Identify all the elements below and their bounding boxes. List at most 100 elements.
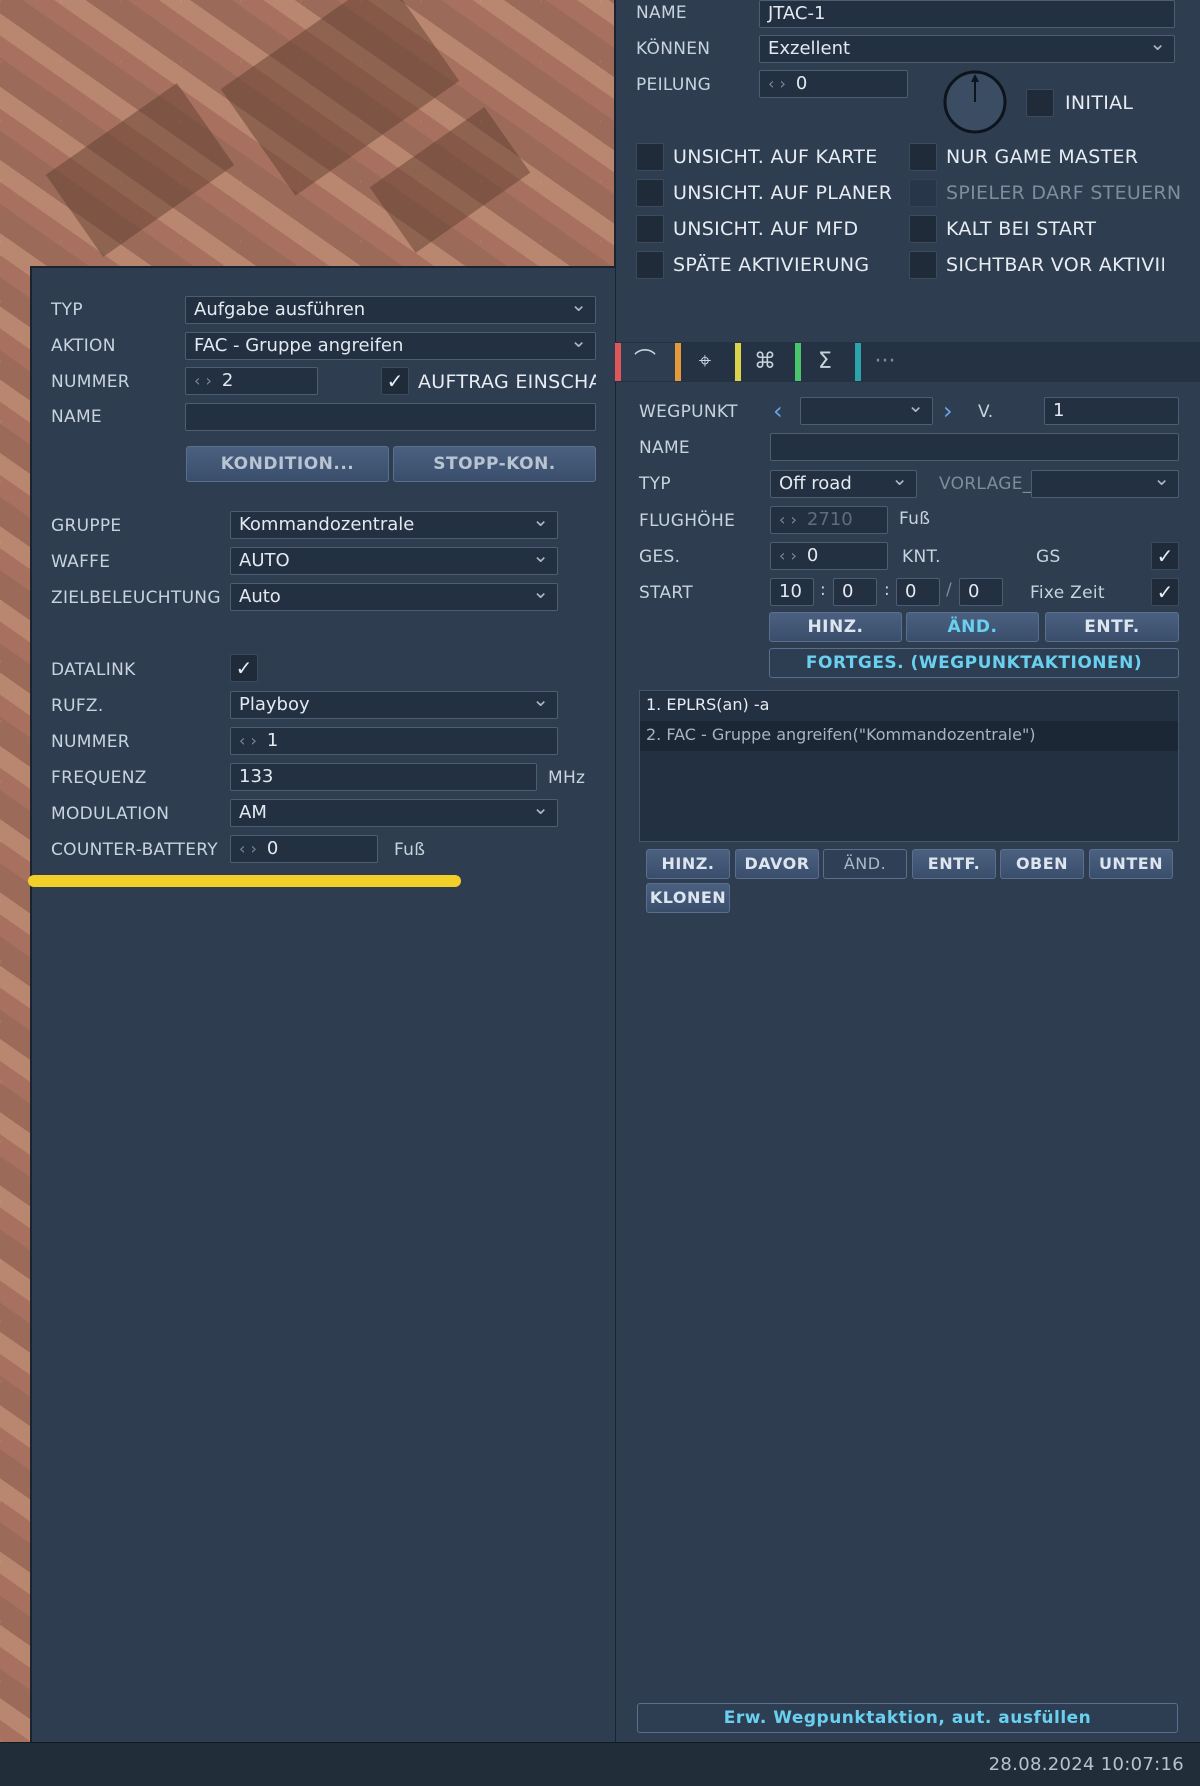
tab-more[interactable]: ··· xyxy=(855,343,915,381)
edit-action-button[interactable]: ÄND. xyxy=(823,849,907,879)
action-number-spinner[interactable]: ‹ › 2 xyxy=(185,367,318,395)
version-input[interactable]: 1 xyxy=(1044,397,1179,425)
weapon-select[interactable]: AUTO xyxy=(230,547,558,575)
time-separator: : xyxy=(884,580,891,600)
clone-action-button[interactable]: KLONEN xyxy=(646,883,730,913)
waypoint-name-input[interactable] xyxy=(770,433,1179,461)
visible-before-activation-checkbox[interactable] xyxy=(909,251,937,279)
waypoint-type-select[interactable]: Off road xyxy=(770,470,917,498)
waypoint-type-label: TYP xyxy=(639,474,671,494)
speed-value: 0 xyxy=(806,545,819,566)
action-type-select[interactable]: Aufgabe ausführen xyxy=(185,296,596,324)
edit-waypoint-button[interactable]: ÄND. xyxy=(906,612,1039,642)
datalink-label: DATALINK xyxy=(51,660,136,680)
day-separator: / xyxy=(946,580,953,600)
modulation-value: AM xyxy=(239,802,267,823)
stop-condition-button[interactable]: STOPP-KON. xyxy=(393,446,596,482)
gs-checkbox[interactable]: ✓ xyxy=(1151,542,1179,570)
spinner-arrows-icon[interactable]: ‹ › xyxy=(768,74,786,93)
enable-task-label: AUFTRAG EINSCHAL xyxy=(418,371,596,393)
more-icon: ··· xyxy=(874,349,896,374)
insert-action-button[interactable]: DAVOR xyxy=(735,849,819,879)
callsign-number-spinner[interactable]: ‹ › 1 xyxy=(230,727,558,755)
designation-select[interactable]: Auto xyxy=(230,583,558,611)
add-action-button[interactable]: HINZ. xyxy=(646,849,730,879)
action-name-input[interactable] xyxy=(185,403,596,431)
move-up-button[interactable]: OBEN xyxy=(1000,849,1084,879)
frequency-input[interactable]: 133 xyxy=(230,763,537,791)
callsign-select[interactable]: Playboy xyxy=(230,691,558,719)
list-item[interactable]: 1. EPLRS(an) -a xyxy=(640,691,1178,721)
skill-select[interactable]: Exzellent xyxy=(759,35,1175,63)
late-activation-checkbox[interactable] xyxy=(636,251,664,279)
unit-name-input[interactable]: JTAC-1 xyxy=(759,0,1175,28)
frequency-unit: MHz xyxy=(548,768,586,788)
start-label: START xyxy=(639,583,693,603)
route-icon: ⌒ xyxy=(633,349,656,374)
counter-battery-value: 0 xyxy=(266,838,279,859)
skill-label: KÖNNEN xyxy=(636,39,711,59)
add-waypoint-button[interactable]: HINZ. xyxy=(769,612,902,642)
callsign-number-label: NUMMER xyxy=(51,732,130,752)
hidden-on-planner-label: UNSICHT. AUF PLANER xyxy=(673,182,893,204)
weapon-label: WAFFE xyxy=(51,552,111,572)
auto-fill-waypoint-action-button[interactable]: Erw. Wegpunktaktion, aut. ausfüllen xyxy=(637,1703,1178,1733)
start-second-input[interactable]: 0 xyxy=(896,578,940,606)
heading-spinner[interactable]: ‹ › 0 xyxy=(759,70,908,98)
initial-label: INITIAL xyxy=(1065,92,1134,114)
start-hour-input[interactable]: 10 xyxy=(770,578,814,606)
game-master-only-checkbox[interactable] xyxy=(909,143,937,171)
counter-battery-label: COUNTER-BATTERY xyxy=(51,840,218,860)
enable-task-checkbox[interactable]: ✓ xyxy=(381,367,409,395)
cold-start-checkbox[interactable] xyxy=(909,215,937,243)
modulation-select[interactable]: AM xyxy=(230,799,558,827)
hidden-on-map-checkbox[interactable] xyxy=(636,143,664,171)
move-down-button[interactable]: UNTEN xyxy=(1089,849,1173,879)
next-waypoint-icon[interactable]: › xyxy=(943,397,953,425)
callsign-number-value: 1 xyxy=(266,730,279,751)
datalink-checkbox[interactable]: ✓ xyxy=(230,654,258,682)
start-day-input[interactable]: 0 xyxy=(959,578,1003,606)
condition-button[interactable]: KONDITION... xyxy=(186,446,389,482)
status-bar: 28.08.2024 10:07:16 xyxy=(0,1742,1200,1786)
unit-name-label: NAME xyxy=(636,3,687,23)
altitude-value: 2710 xyxy=(806,509,853,530)
action-select[interactable]: FAC - Gruppe angreifen xyxy=(185,332,596,360)
cold-start-label: KALT BEI START xyxy=(946,218,1097,240)
spinner-arrows-icon[interactable]: ‹ › xyxy=(779,546,797,565)
hidden-on-planner-checkbox[interactable] xyxy=(636,179,664,207)
highlight-marker xyxy=(28,875,461,887)
template-label: VORLAGE_ xyxy=(939,474,1032,494)
prev-waypoint-icon[interactable]: ‹ xyxy=(773,397,783,425)
hidden-on-mfd-checkbox[interactable] xyxy=(636,215,664,243)
player-can-drive-checkbox xyxy=(909,179,937,207)
game-master-only-label: NUR GAME MASTER xyxy=(946,146,1139,168)
spinner-arrows-icon[interactable]: ‹ › xyxy=(239,839,257,858)
start-minute-input[interactable]: 0 xyxy=(833,578,877,606)
delete-waypoint-button[interactable]: ENTF. xyxy=(1045,612,1179,642)
heading-label: PEILUNG xyxy=(636,75,712,95)
callsign-value: Playboy xyxy=(239,694,310,715)
waypoint-select[interactable] xyxy=(800,397,933,425)
list-item[interactable]: 2. FAC - Gruppe angreifen("Kommandozentr… xyxy=(640,721,1178,751)
counter-battery-spinner[interactable]: ‹ › 0 xyxy=(230,835,378,863)
tab-triggers[interactable]: ⌖ xyxy=(675,343,735,381)
designation-value: Auto xyxy=(239,586,281,607)
action-panel xyxy=(30,266,615,1742)
action-value: FAC - Gruppe angreifen xyxy=(194,335,404,356)
callsign-label: RUFZ. xyxy=(51,696,104,716)
tab-summary[interactable]: Σ xyxy=(795,343,855,381)
speed-spinner[interactable]: ‹ › 0 xyxy=(770,542,888,570)
advanced-waypoint-actions-button[interactable]: FORTGES. (WEGPUNKTAKTIONEN) xyxy=(769,648,1179,678)
waypoint-actions-list[interactable]: 1. EPLRS(an) -a 2. FAC - Gruppe angreife… xyxy=(639,690,1179,842)
delete-action-button[interactable]: ENTF. xyxy=(912,849,996,879)
spinner-arrows-icon[interactable]: ‹ › xyxy=(194,371,212,390)
tab-payload[interactable]: ⌘ xyxy=(735,343,795,381)
group-select[interactable]: Kommandozentrale xyxy=(230,511,558,539)
spinner-arrows-icon[interactable]: ‹ › xyxy=(239,731,257,750)
tab-route[interactable]: ⌒ xyxy=(615,343,675,381)
initial-checkbox[interactable] xyxy=(1026,89,1054,117)
fixed-time-checkbox[interactable]: ✓ xyxy=(1151,578,1179,606)
heading-dial-icon[interactable] xyxy=(943,70,1007,134)
sum-icon: Σ xyxy=(818,349,832,374)
